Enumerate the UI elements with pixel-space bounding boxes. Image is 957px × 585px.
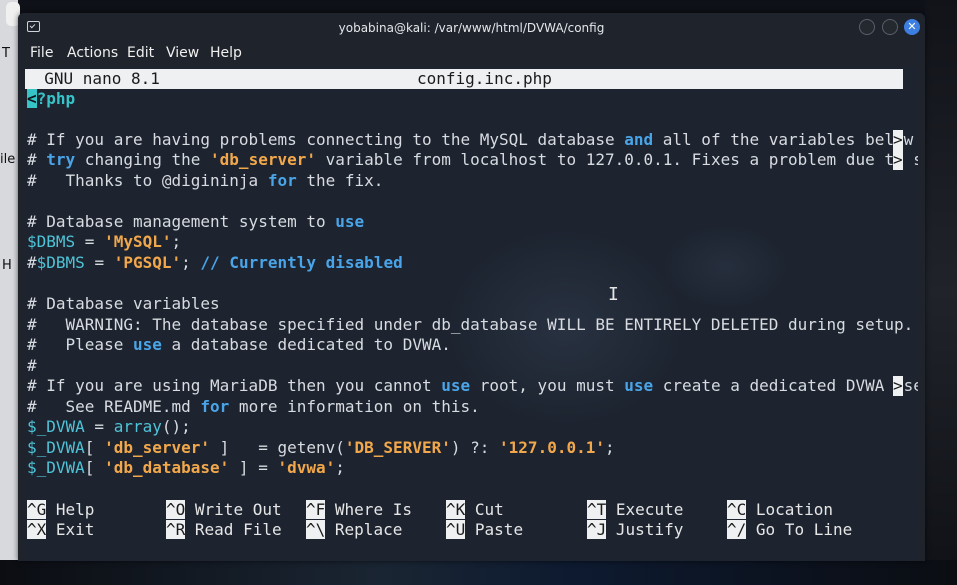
code-line: # Thanks to @digininja for the fix. [27,171,384,190]
code-line: # If you are having problems connecting … [27,130,918,150]
shortcut-help[interactable]: ^G Help [27,500,94,520]
desktop-edge-bottom [0,560,957,585]
title-bar[interactable]: yobabina@kali: /var/www/html/DVWA/config… [18,13,925,43]
code-line: $DBMS = 'MySQL'; [27,232,182,251]
nano-filename: config.inc.php [417,69,552,88]
code-line: # WARNING: The database specified under … [27,315,914,334]
minimize-button[interactable] [859,19,875,35]
line-overflow-marker: > [893,150,903,170]
code-line: $_DVWA = array(); [27,417,191,436]
shortcut-go-to-line[interactable]: ^/ Go To Line [727,520,852,540]
desktop-label-fragment: T [2,46,10,61]
mouse-ibeam-cursor: I [608,284,619,305]
desktop-edge-right [925,0,957,585]
desktop-label-fragment: ile [0,152,16,167]
code-line: # Database management system to use [27,212,365,231]
desktop-label-fragment: H [2,258,12,273]
desktop-edge-left: T ile H [0,0,20,585]
shortcut-where-is[interactable]: ^F Where Is [306,500,412,520]
menu-actions[interactable]: Actions [67,45,118,61]
shortcut-replace[interactable]: ^\ Replace [306,520,402,540]
code-line: # If you are using MariaDB then you cann… [27,376,918,396]
nano-editor[interactable]: GNU nano 8.1 config.inc.php <?php # If yo… [25,67,918,561]
close-button[interactable]: ✕ [904,19,920,35]
line-overflow-marker: > [893,376,903,396]
code-line: $_DVWA[ 'db_database' ] = 'dvwa'; [27,458,345,477]
menu-view[interactable]: View [166,45,199,61]
code-line: $_DVWA[ 'db_server' ] = getenv('DB_SERVE… [27,438,615,457]
line-overflow-marker: > [893,130,903,150]
menu-help[interactable]: Help [210,45,242,61]
text-cursor: < [27,89,37,108]
shortcut-paste[interactable]: ^U Paste [446,520,523,540]
shortcut-exit[interactable]: ^X Exit [27,520,94,540]
code-line: # Database variables [27,294,220,313]
code-line: # try changing the 'db_server' variable … [27,150,918,170]
code-line: # Please use a database dedicated to DVW… [27,335,451,354]
maximize-button[interactable] [882,19,898,35]
shortcut-read-file[interactable]: ^R Read File [166,520,282,540]
terminal-window: yobabina@kali: /var/www/html/DVWA/config… [18,13,925,561]
code-line: # See README.md for more information on … [27,397,480,416]
menu-file[interactable]: File [30,45,53,61]
code-line: # [27,356,37,375]
code-line: #$DBMS = 'PGSQL'; // Currently disabled [27,253,403,272]
menu-bar: File Actions Edit View Help [18,43,925,65]
window-title: yobabina@kali: /var/www/html/DVWA/config [338,21,605,35]
shortcut-cut[interactable]: ^K Cut [446,500,504,520]
nano-header: GNU nano 8.1 config.inc.php [25,69,903,89]
shortcut-justify[interactable]: ^J Justify [587,520,683,540]
shortcut-execute[interactable]: ^T Execute [587,500,683,520]
nano-version: GNU nano 8.1 [44,69,160,88]
shortcut-location[interactable]: ^C Location [727,500,833,520]
code-line: <?php [27,89,76,108]
menu-edit[interactable]: Edit [127,45,154,61]
shortcut-write-out[interactable]: ^O Write Out [166,500,282,520]
